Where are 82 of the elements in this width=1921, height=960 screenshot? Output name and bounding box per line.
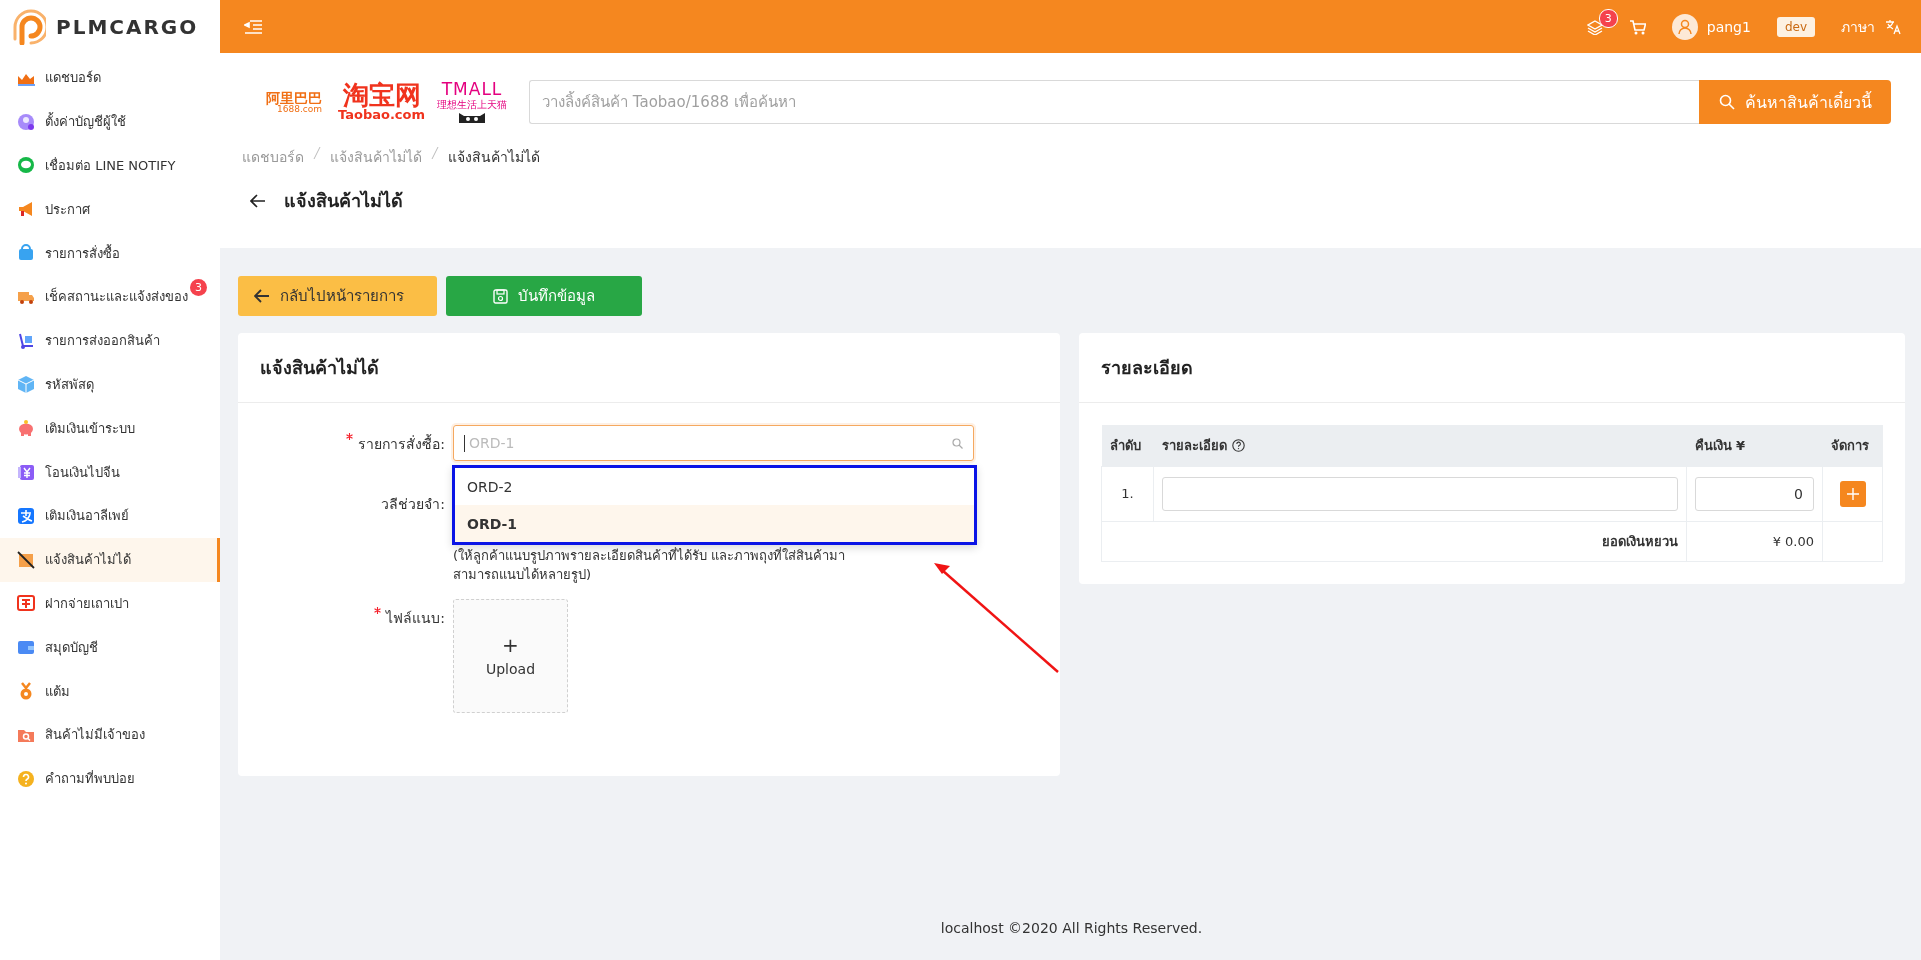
logo-text: 阿里巴巴 [266, 90, 322, 105]
search-field[interactable]: วางลิ้งค์สินค้า Taobao/1688 เพื่อค้นหา [529, 80, 1699, 124]
plus-sign: + [502, 634, 519, 655]
piggy-bank-icon [17, 419, 35, 438]
card-title: แจ้งสินค้าไม่ได้ [238, 333, 1060, 403]
field-label: ไฟล์แนบ: [386, 608, 445, 628]
sidebar-item[interactable]: ประกาศ [0, 187, 220, 232]
total-amount: ¥ 0.00 [1772, 533, 1814, 549]
cube-icon [17, 375, 35, 394]
field-label: รายการสั่งซื้อ: [358, 433, 445, 454]
crossed-box-icon [17, 550, 35, 569]
sidebar-item[interactable]: โอนเงินไปจีน [0, 450, 220, 494]
environment-tag: dev [1776, 16, 1815, 37]
payment-icon [17, 506, 35, 525]
brand-name: PLMCARGO [56, 15, 199, 39]
layers-icon[interactable] [1586, 18, 1603, 35]
back-arrow-icon[interactable] [250, 193, 266, 208]
logo-text: 1688.com [277, 104, 322, 114]
search-icon [952, 437, 963, 449]
sidebar-item[interactable]: สมุดบัญชี [0, 625, 220, 670]
hint-text: (ให้ลูกค้าแนบรูปภาพรายละเอียดสินค้าที่ได้รับ และภาพถุงที่ใส่สินค้ามาสามารถแนบได้หลายรูป) [453, 547, 847, 585]
sidebar-item[interactable]: รหัสพัสดุ [0, 362, 220, 407]
megaphone-icon [17, 200, 35, 219]
cart-icon[interactable] [1628, 18, 1646, 35]
logo-icon [12, 9, 46, 45]
dropdown-option[interactable]: ORD-2 [455, 468, 974, 505]
upload-box[interactable]: + Upload [453, 598, 568, 713]
dropdown-option[interactable]: ORD-1 [455, 505, 974, 542]
sidebar-item[interactable]: แจ้งสินค้าไม่ได้ [0, 537, 220, 582]
slash-icon [431, 146, 439, 160]
total-label: ยอดเงินหยวน [1602, 533, 1678, 549]
hand-truck-icon [17, 331, 35, 350]
cat-head-icon [457, 111, 488, 123]
column-header: รายละเอียด [1161, 436, 1227, 455]
add-button[interactable] [1839, 480, 1866, 507]
amount-field[interactable]: 0 [1695, 476, 1814, 511]
sidebar-item[interactable]: รายการส่งออกสินค้า [0, 318, 220, 363]
sidebar-item[interactable]: เติมเงินเข้าระบบ [0, 406, 220, 451]
sidebar-item[interactable]: สินค้าไม่มีเจ้าของ [0, 712, 220, 757]
column-header: จัดการ [1830, 437, 1869, 453]
back-button[interactable]: กลับไปหน้ารายการ [238, 276, 437, 316]
breadcrumb-current: แจ้งสินค้าไม่ได้ [448, 148, 540, 167]
shop-icon [17, 594, 35, 613]
sidebar-item[interactable]: รายการสั่งซื้อ [0, 231, 220, 275]
upload-label: Upload [485, 660, 536, 677]
column-header: ลำดับ [1109, 437, 1141, 453]
card-title: รายละเอียด [1079, 333, 1905, 403]
sidebar-item[interactable]: เชื่อมต่อ LINE NOTIFY [0, 143, 220, 188]
sidebar-item[interactable]: ตั้งค่าบัญชีผู้ใช้ [0, 99, 220, 144]
save-icon [493, 288, 508, 304]
logo-text: 理想生活上天猫 [437, 98, 508, 111]
translate-icon[interactable] [1885, 18, 1901, 35]
search-icon [1718, 94, 1735, 110]
user-icon [17, 112, 35, 131]
page-title: แจ้งสินค้าไม่ได้ [284, 189, 403, 213]
logo-text: TMALL [441, 81, 503, 98]
help-icon [1231, 438, 1245, 452]
plus-icon [1846, 487, 1859, 500]
help-icon [17, 769, 35, 788]
arrow-left-icon [254, 289, 270, 303]
menu-icon[interactable] [244, 18, 262, 35]
sidebar-item[interactable]: เช็คสถานะและแจ้งส่งของ 3 [0, 275, 220, 319]
sidebar-item[interactable]: เติมเงินอาลีเพย์ [0, 493, 220, 538]
logo-text: 淘宝网 [342, 81, 421, 108]
detail-field[interactable] [1162, 476, 1678, 511]
count-badge: 3 [190, 279, 207, 296]
sidebar-item[interactable]: ฝากจ่ายเถาเปา [0, 581, 220, 626]
field-label: วลีช่วยจำ: [381, 495, 445, 514]
avatar[interactable] [1671, 13, 1698, 40]
column-header: คืนเงิน ¥ [1694, 437, 1746, 453]
sidebar-item[interactable]: คำถามที่พบบ่อย [0, 756, 220, 801]
footer-text: localhost ©2020 All Rights Reserved. [939, 920, 1204, 938]
yen-icon [17, 463, 35, 482]
slash-icon [313, 146, 321, 160]
sidebar-item[interactable]: แดชบอร์ด [0, 56, 220, 100]
notification-badge: 3 [1598, 8, 1618, 28]
chat-icon [17, 156, 35, 175]
row-number: 1. [1121, 486, 1134, 501]
select-placeholder: ORD-1 [469, 435, 516, 451]
sidebar-item[interactable]: แต้ม [0, 669, 220, 713]
basket-icon [17, 244, 35, 263]
wallet-icon [17, 638, 35, 657]
